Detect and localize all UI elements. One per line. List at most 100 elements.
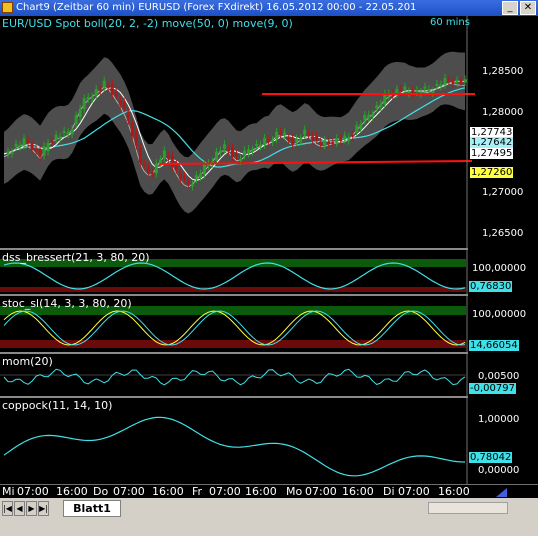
candle-body — [130, 122, 134, 137]
candle-body — [178, 173, 182, 180]
price-tag-ma: 1,27642 — [470, 137, 514, 148]
first-sheet-button[interactable]: |◀ — [2, 501, 13, 516]
candle-body — [98, 88, 102, 91]
candle-body — [251, 149, 255, 152]
candle-body — [371, 113, 375, 117]
candle-body — [307, 132, 311, 135]
y-tick-2: 1,28000 — [482, 107, 524, 118]
window-title-bar[interactable]: Chart9 (Zeitbar 60 min) EURUSD (Forex FX… — [0, 0, 538, 16]
candle-body — [226, 149, 230, 152]
x-tick: 16:00 — [342, 485, 374, 498]
candle-body — [34, 148, 38, 151]
panel-divider[interactable] — [0, 248, 468, 250]
candle-body — [82, 98, 86, 110]
candle-body — [339, 137, 343, 142]
candle-body — [443, 77, 447, 85]
y-tick-4: 1,26500 — [482, 228, 524, 239]
mom-value-tag: -0,00797 — [469, 383, 516, 394]
candle-body — [283, 132, 287, 135]
candle-body — [295, 138, 299, 142]
horizontal-scrollbar[interactable] — [428, 502, 508, 514]
time-axis: Mi 07:00 16:00 Do 07:00 16:00 Fr 07:00 1… — [0, 484, 538, 499]
panel-divider[interactable] — [0, 396, 468, 398]
candle-body — [271, 140, 275, 143]
x-tick: Mo — [286, 485, 303, 498]
candle-body — [22, 138, 26, 146]
candle-body — [243, 150, 247, 156]
candle-body — [50, 140, 54, 143]
candle-body — [6, 151, 10, 154]
candle-body — [359, 124, 363, 129]
candle-body — [351, 134, 355, 137]
prev-sheet-button[interactable]: ◀ — [14, 501, 25, 516]
y-tick-3: 1,27000 — [482, 187, 524, 198]
candle-body — [42, 146, 46, 156]
candle-body — [399, 88, 403, 92]
candle-body — [247, 149, 251, 154]
candle-body — [70, 129, 74, 135]
candle-body — [367, 114, 371, 119]
candle-body — [10, 151, 14, 154]
x-tick: Mi — [2, 485, 15, 498]
coppock-mid-tick: 0,00000 — [478, 465, 520, 476]
candle-body — [38, 148, 42, 158]
chart-canvas[interactable] — [0, 16, 538, 484]
candle-body — [194, 175, 198, 180]
candle-body — [30, 143, 34, 150]
candle-body — [150, 172, 154, 175]
candle-body — [415, 90, 419, 93]
y-tick-1: 1,28500 — [482, 66, 524, 77]
candle-body — [126, 111, 130, 121]
autoscroll-icon[interactable] — [495, 486, 509, 498]
candle-body — [142, 163, 146, 166]
candle-body — [375, 105, 379, 109]
x-tick: 16:00 — [245, 485, 277, 498]
stoch-top-tick: 100,00000 — [472, 309, 527, 320]
panel-divider[interactable] — [0, 294, 468, 296]
coppock-top-tick: 1,00000 — [478, 414, 520, 425]
candle-body — [166, 155, 170, 158]
chart-area[interactable]: EUR/USD Spot boll(20, 2, -2) move(50, 0)… — [0, 16, 538, 498]
candle-body — [230, 147, 234, 158]
last-sheet-button[interactable]: ▶| — [38, 501, 49, 516]
candle-body — [114, 91, 118, 96]
x-tick: 07:00 — [113, 485, 145, 498]
candle-body — [463, 79, 467, 83]
tab-blatt1[interactable]: Blatt1 — [63, 500, 121, 517]
candle-body — [331, 142, 335, 145]
candle-body — [14, 143, 18, 147]
app-icon — [2, 2, 13, 13]
x-tick: 07:00 — [17, 485, 49, 498]
candle-body — [134, 131, 138, 146]
panel-divider[interactable] — [0, 352, 468, 354]
candle-body — [427, 89, 431, 92]
minimize-button[interactable]: _ — [502, 1, 518, 15]
candle-body — [158, 159, 162, 163]
candle-body — [451, 80, 455, 84]
candle-body — [439, 84, 443, 87]
x-tick: 07:00 — [398, 485, 430, 498]
x-tick: 16:00 — [152, 485, 184, 498]
close-button[interactable]: ✕ — [520, 1, 536, 15]
x-tick: Di — [383, 485, 395, 498]
x-tick: 16:00 — [438, 485, 470, 498]
candle-body — [102, 80, 106, 88]
candle-body — [447, 79, 451, 82]
candle-body — [66, 132, 70, 135]
candle-body — [355, 125, 359, 133]
next-sheet-button[interactable]: ▶ — [26, 501, 37, 516]
x-tick: 07:00 — [209, 485, 241, 498]
candle-body — [62, 131, 66, 134]
x-tick: 16:00 — [56, 485, 88, 498]
dss-top-tick: 100,00000 — [472, 263, 527, 274]
candle-body — [218, 150, 222, 153]
candle-body — [275, 131, 279, 140]
candle-body — [146, 166, 150, 173]
candle-body — [255, 143, 259, 146]
candle-body — [154, 163, 158, 174]
candle-body — [319, 141, 323, 145]
candle-body — [363, 115, 367, 121]
candle-body — [214, 151, 218, 161]
window-title: Chart9 (Zeitbar 60 min) EURUSD (Forex FX… — [16, 2, 416, 13]
candle-body — [94, 89, 98, 96]
